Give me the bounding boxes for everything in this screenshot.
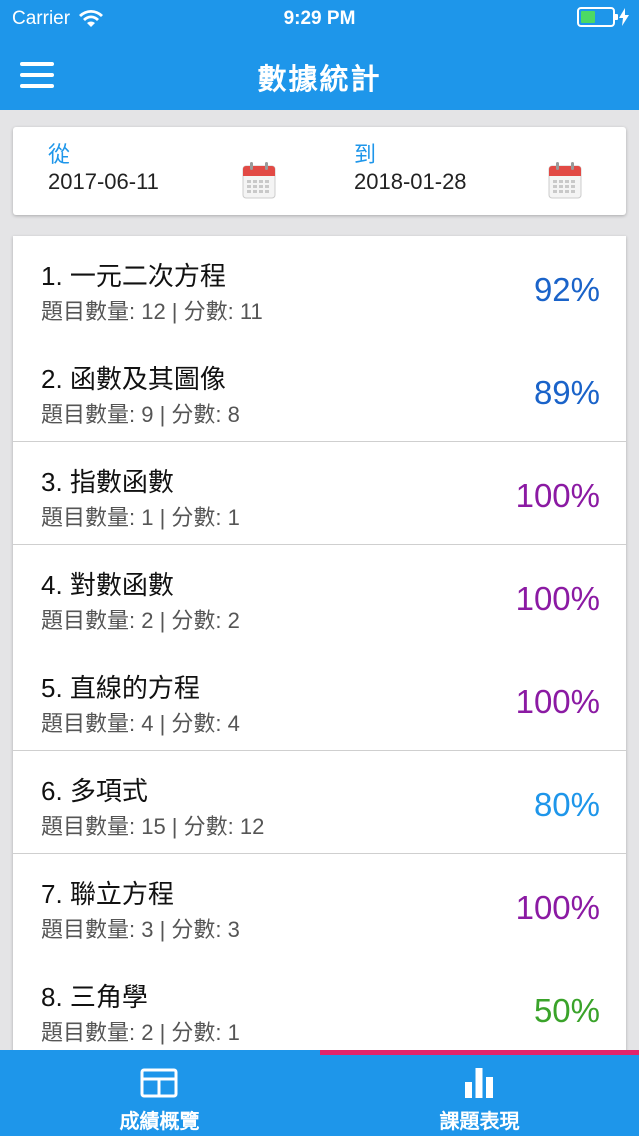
topic-title: 8. 三角學 [41,982,148,1012]
topic-stats: 題目數量: 4 | 分數: 4 [41,711,240,736]
nav-bar: 數據統計 [0,40,639,110]
topic-title: 3. 指數函數 [41,467,174,497]
topic-stats: 題目數量: 3 | 分數: 3 [41,917,240,942]
tab-label: 課題表現 [439,1111,520,1133]
topic-score: 100% [515,889,600,926]
topic-stats: 題目數量: 1 | 分數: 1 [41,505,240,530]
topic-title: 5. 直線的方程 [41,673,200,703]
bar-chart-icon [465,1068,493,1098]
charging-bolt-icon [619,8,629,26]
topic-score: 100% [515,477,600,514]
topic-title: 1. 一元二次方程 [41,261,226,291]
topic-stats: 題目數量: 2 | 分數: 2 [41,608,240,633]
calendar-icon[interactable] [548,161,582,199]
topic-score: 89% [533,374,600,411]
topic-stats: 題目數量: 12 | 分數: 11 [41,299,263,324]
status-time: 9:29 PM [283,8,356,29]
calendar-icon[interactable] [242,161,276,199]
list-item[interactable]: 7. 聯立方程 題目數量: 3 | 分數: 3 100% [13,854,626,957]
topic-stats: 題目數量: 9 | 分數: 8 [41,402,240,427]
from-date-label: 從 [48,142,71,167]
list-item[interactable]: 4. 對數函數 題目數量: 2 | 分數: 2 100% [13,545,626,648]
from-date-field[interactable]: 從 2017-06-11 [48,127,338,215]
topic-title: 4. 對數函數 [41,570,174,600]
topic-score: 80% [533,786,600,823]
layout-icon [140,1068,178,1098]
topic-score: 100% [515,580,600,617]
tab-topic-performance[interactable]: 課題表現 [320,1050,639,1136]
to-date-value[interactable]: 2018-01-28 [354,169,467,195]
topic-score: 92% [533,271,600,308]
list-item[interactable]: 6. 多項式 題目數量: 15 | 分數: 12 80% [13,751,626,854]
topic-score: 100% [515,683,600,720]
list-item[interactable]: 3. 指數函數 題目數量: 1 | 分數: 1 100% [13,442,626,545]
status-bar: Carrier 9:29 PM [0,0,639,36]
topic-title: 6. 多項式 [41,776,148,806]
topic-title: 7. 聯立方程 [41,879,174,909]
bottom-tab-bar: 成績概覽 課題表現 [0,1050,639,1136]
battery-status [577,7,629,27]
date-range-card: 從 2017-06-11 到 2018-01-28 [13,127,626,215]
from-date-value[interactable]: 2017-06-11 [48,169,159,195]
tab-score-overview[interactable]: 成績概覽 [0,1050,319,1136]
topic-list: 1. 一元二次方程 題目數量: 12 | 分數: 11 92% 2. 函數及其圖… [13,236,626,1056]
list-item[interactable]: 2. 函數及其圖像 題目數量: 9 | 分數: 8 89% [13,339,626,442]
list-item[interactable]: 1. 一元二次方程 題目數量: 12 | 分數: 11 92% [13,236,626,339]
header: Carrier 9:29 PM 數據統計 [0,0,639,110]
topic-score: 50% [533,992,600,1029]
topic-stats: 題目數量: 2 | 分數: 1 [41,1020,240,1045]
topic-stats: 題目數量: 15 | 分數: 12 [41,814,265,839]
app-screen: Carrier 9:29 PM 數據統計 從 2017-06-11 到 2018… [0,0,639,1136]
topic-title: 2. 函數及其圖像 [41,364,226,394]
to-date-field[interactable]: 到 2018-01-28 [354,127,639,215]
tab-label: 成績概覽 [119,1111,200,1133]
list-item[interactable]: 8. 三角學 題目數量: 2 | 分數: 1 50% [13,957,626,1056]
list-item[interactable]: 5. 直線的方程 題目數量: 4 | 分數: 4 100% [13,648,626,751]
to-date-label: 到 [354,142,377,167]
battery-icon [577,7,618,27]
page-title: 數據統計 [257,64,382,96]
